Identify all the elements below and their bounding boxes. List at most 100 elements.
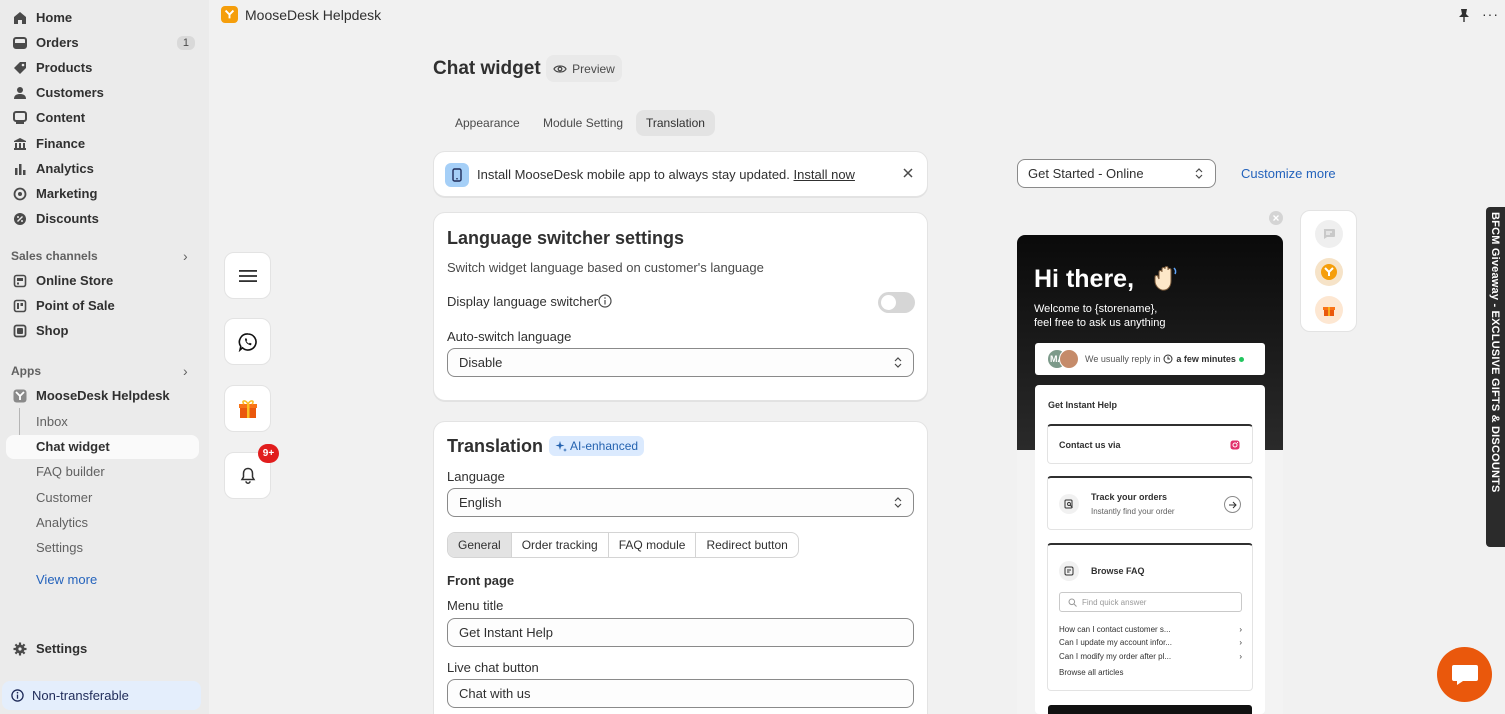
clock-icon [1163, 354, 1173, 364]
faq-question-text: Can I modify my order after pl... [1059, 652, 1172, 661]
language-value: English [459, 495, 502, 510]
info-circle-icon[interactable] [598, 294, 612, 308]
sub-chat-widget[interactable]: Chat widget [36, 439, 110, 454]
pin-icon[interactable] [1458, 8, 1470, 22]
nav-finance[interactable]: Finance [0, 131, 209, 156]
apps-chevron-icon[interactable]: › [183, 363, 188, 379]
menu-title-input[interactable]: Get Instant Help [447, 618, 914, 647]
nav-discounts[interactable]: Discounts [0, 206, 209, 231]
live-chat-button-input[interactable]: Chat with us [447, 679, 914, 708]
nav-analytics[interactable]: Analytics [0, 156, 209, 181]
nav-online-store[interactable]: Online Store [0, 268, 209, 293]
nav-content[interactable]: Content [0, 105, 209, 130]
sub-faq-builder[interactable]: FAQ builder [36, 464, 105, 479]
nav-moosedesk-app[interactable]: MooseDesk Helpdesk [0, 383, 209, 408]
nav-shop[interactable]: Shop [0, 318, 209, 343]
faq-search-input[interactable]: Find quick answer [1059, 592, 1242, 612]
bfcm-promo-tab[interactable]: BFCM Giveaway - EXCLUSIVE GIFTS & DISCOU… [1486, 207, 1505, 547]
close-preview-icon[interactable] [1269, 211, 1283, 225]
chat-launcher-button[interactable] [1437, 647, 1492, 702]
sub-settings[interactable]: Settings [36, 540, 83, 555]
sidebar: Home Orders 1 Products Customers Content… [0, 0, 209, 714]
shop-icon [12, 323, 28, 339]
translation-title: Translation [447, 436, 544, 456]
tab-appearance[interactable]: Appearance [445, 110, 530, 136]
view-more-link[interactable]: View more [36, 572, 97, 587]
display-switcher-toggle[interactable] [878, 292, 915, 313]
language-switcher-title: Language switcher settings [447, 228, 685, 248]
nav-point-of-sale[interactable]: Point of Sale [0, 293, 209, 318]
eye-icon [553, 64, 567, 74]
content-icon [12, 110, 28, 126]
moosedesk-launcher-icon[interactable] [1315, 258, 1343, 286]
nav-discounts-label: Discounts [36, 211, 99, 226]
segment-order-tracking[interactable]: Order tracking [512, 533, 609, 557]
apps-heading[interactable]: Apps [11, 364, 41, 378]
nav-marketing-label: Marketing [36, 186, 98, 201]
get-instant-help-heading: Get Instant Help [1048, 400, 1118, 410]
whatsapp-icon [238, 332, 258, 352]
contact-us-card[interactable]: Contact us via [1047, 424, 1253, 464]
chat-with-us-button[interactable] [1048, 705, 1252, 714]
nav-orders[interactable]: Orders 1 [0, 30, 209, 55]
nav-marketing[interactable]: Marketing [0, 181, 209, 206]
arrow-right-icon [1224, 496, 1241, 513]
search-icon [1068, 598, 1077, 607]
welcome-line-2: feel free to ask us anything [1034, 317, 1166, 329]
nav-settings[interactable]: Settings [0, 636, 209, 661]
customize-more-link[interactable]: Customize more [1241, 166, 1336, 181]
nav-point-of-sale-label: Point of Sale [36, 298, 115, 313]
install-now-link[interactable]: Install now [794, 167, 855, 182]
live-chat-button-value: Chat with us [459, 686, 531, 701]
page-title: Chat widget [433, 58, 541, 79]
segment-faq-module[interactable]: FAQ module [609, 533, 697, 557]
toggle-knob [881, 295, 896, 310]
select-chevron-icon [1195, 167, 1203, 180]
nav-home-label: Home [36, 10, 73, 25]
segment-redirect-button[interactable]: Redirect button [696, 533, 797, 557]
chevron-right-icon: › [1239, 652, 1242, 661]
bell-icon [240, 467, 256, 484]
tab-translation[interactable]: Translation [636, 110, 715, 136]
nav-home[interactable]: Home [0, 5, 209, 30]
nav-customers[interactable]: Customers [0, 80, 209, 105]
preview-button[interactable]: Preview [546, 55, 622, 82]
sub-customer[interactable]: Customer [36, 490, 92, 505]
orders-count-badge: 1 [176, 35, 195, 50]
tab-module-setting[interactable]: Module Setting [533, 110, 633, 136]
segment-general[interactable]: General [448, 533, 512, 557]
sales-channels-heading[interactable]: Sales channels [11, 249, 98, 263]
sub-analytics[interactable]: Analytics [36, 515, 88, 530]
moosedesk-app-icon [12, 388, 28, 404]
gift-button[interactable] [224, 385, 271, 432]
auto-switch-select[interactable]: Disable [447, 348, 914, 377]
menu-button[interactable] [224, 252, 271, 299]
more-options-icon[interactable]: ··· [1482, 6, 1499, 22]
browse-all-link[interactable]: Browse all articles [1059, 668, 1123, 677]
sales-channels-chevron-icon[interactable]: › [183, 248, 188, 264]
nav-products[interactable]: Products [0, 55, 209, 80]
faq-doc-icon [1059, 561, 1079, 581]
faq-question-item[interactable]: How can I contact customer s... › [1059, 625, 1242, 634]
browse-faq-title: Browse FAQ [1091, 566, 1145, 576]
preview-label: Preview [572, 61, 615, 76]
gift-launcher-icon[interactable] [1315, 296, 1343, 324]
faq-question-item[interactable]: Can I modify my order after pl... › [1059, 652, 1242, 661]
whatsapp-button[interactable] [224, 318, 271, 365]
non-transferable-label: Non-transferable [32, 688, 129, 703]
search-doc-icon [1059, 494, 1079, 514]
chat-bubble-launcher-icon[interactable] [1315, 220, 1343, 248]
person-icon [12, 85, 28, 101]
faq-question-item[interactable]: Can I update my account infor... › [1059, 638, 1242, 647]
hamburger-icon [238, 269, 257, 283]
tag-icon [12, 60, 28, 76]
ai-enhanced-badge: AI-enhanced [549, 436, 645, 456]
track-orders-card[interactable]: Track your orders Instantly find your or… [1047, 476, 1253, 530]
status-select[interactable]: Get Started - Online [1017, 159, 1216, 188]
non-transferable-banner[interactable]: Non-transferable [2, 681, 201, 710]
avatar-photo [1059, 349, 1079, 369]
welcome-line-1: Welcome to {storename}, [1034, 303, 1158, 315]
close-icon[interactable] [901, 166, 915, 180]
sub-inbox[interactable]: Inbox [36, 414, 68, 429]
language-select[interactable]: English [447, 488, 914, 517]
